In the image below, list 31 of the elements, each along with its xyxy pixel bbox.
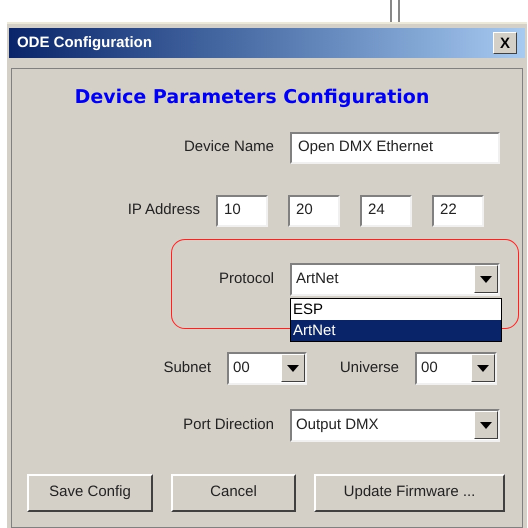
field-label: Protocol	[218, 268, 275, 289]
caret-icon	[480, 422, 492, 428]
dialog-heading: Device Parameters Configuration	[74, 85, 430, 110]
dropdown-arrow-button[interactable]	[471, 354, 495, 382]
universe-dropdown[interactable]: 00	[415, 352, 497, 384]
dialog-button[interactable]: Update Firmware ...	[314, 474, 505, 512]
caret-icon	[480, 276, 492, 282]
device-name-field[interactable]: Open DMX Ethernet	[290, 132, 500, 164]
ip-octet-field[interactable]: 10	[216, 194, 268, 226]
field-label: Subnet	[162, 358, 212, 378]
dropdown-option[interactable]: ArtNet	[291, 320, 501, 340]
dialog-button[interactable]: Cancel	[171, 474, 296, 512]
ip-octet-field[interactable]: 22	[432, 194, 484, 226]
window-title: ODE Configuration	[17, 32, 152, 53]
port-direction-dropdown[interactable]: Output DMX	[290, 408, 500, 442]
subnet-dropdown[interactable]: 00	[227, 352, 307, 384]
dialog-button[interactable]: Save Config	[27, 474, 153, 512]
ip-octet-field[interactable]: 24	[360, 194, 412, 226]
dropdown-option[interactable]: ESP	[291, 298, 501, 320]
field-label: IP Address	[126, 200, 201, 220]
close-button[interactable]: X	[493, 32, 517, 54]
field-label: Universe	[338, 358, 400, 378]
dropdown-arrow-button[interactable]	[474, 411, 498, 439]
dropdown-arrow-button[interactable]	[474, 265, 498, 293]
field-label: Port Direction	[182, 414, 275, 435]
dropdown-arrow-button[interactable]	[281, 354, 305, 382]
ip-octet-field[interactable]: 20	[288, 194, 340, 226]
field-label: Device Name	[182, 137, 275, 158]
protocol-dropdown[interactable]: ArtNet	[290, 262, 500, 296]
caret-icon	[477, 364, 489, 372]
caret-icon	[287, 364, 299, 372]
